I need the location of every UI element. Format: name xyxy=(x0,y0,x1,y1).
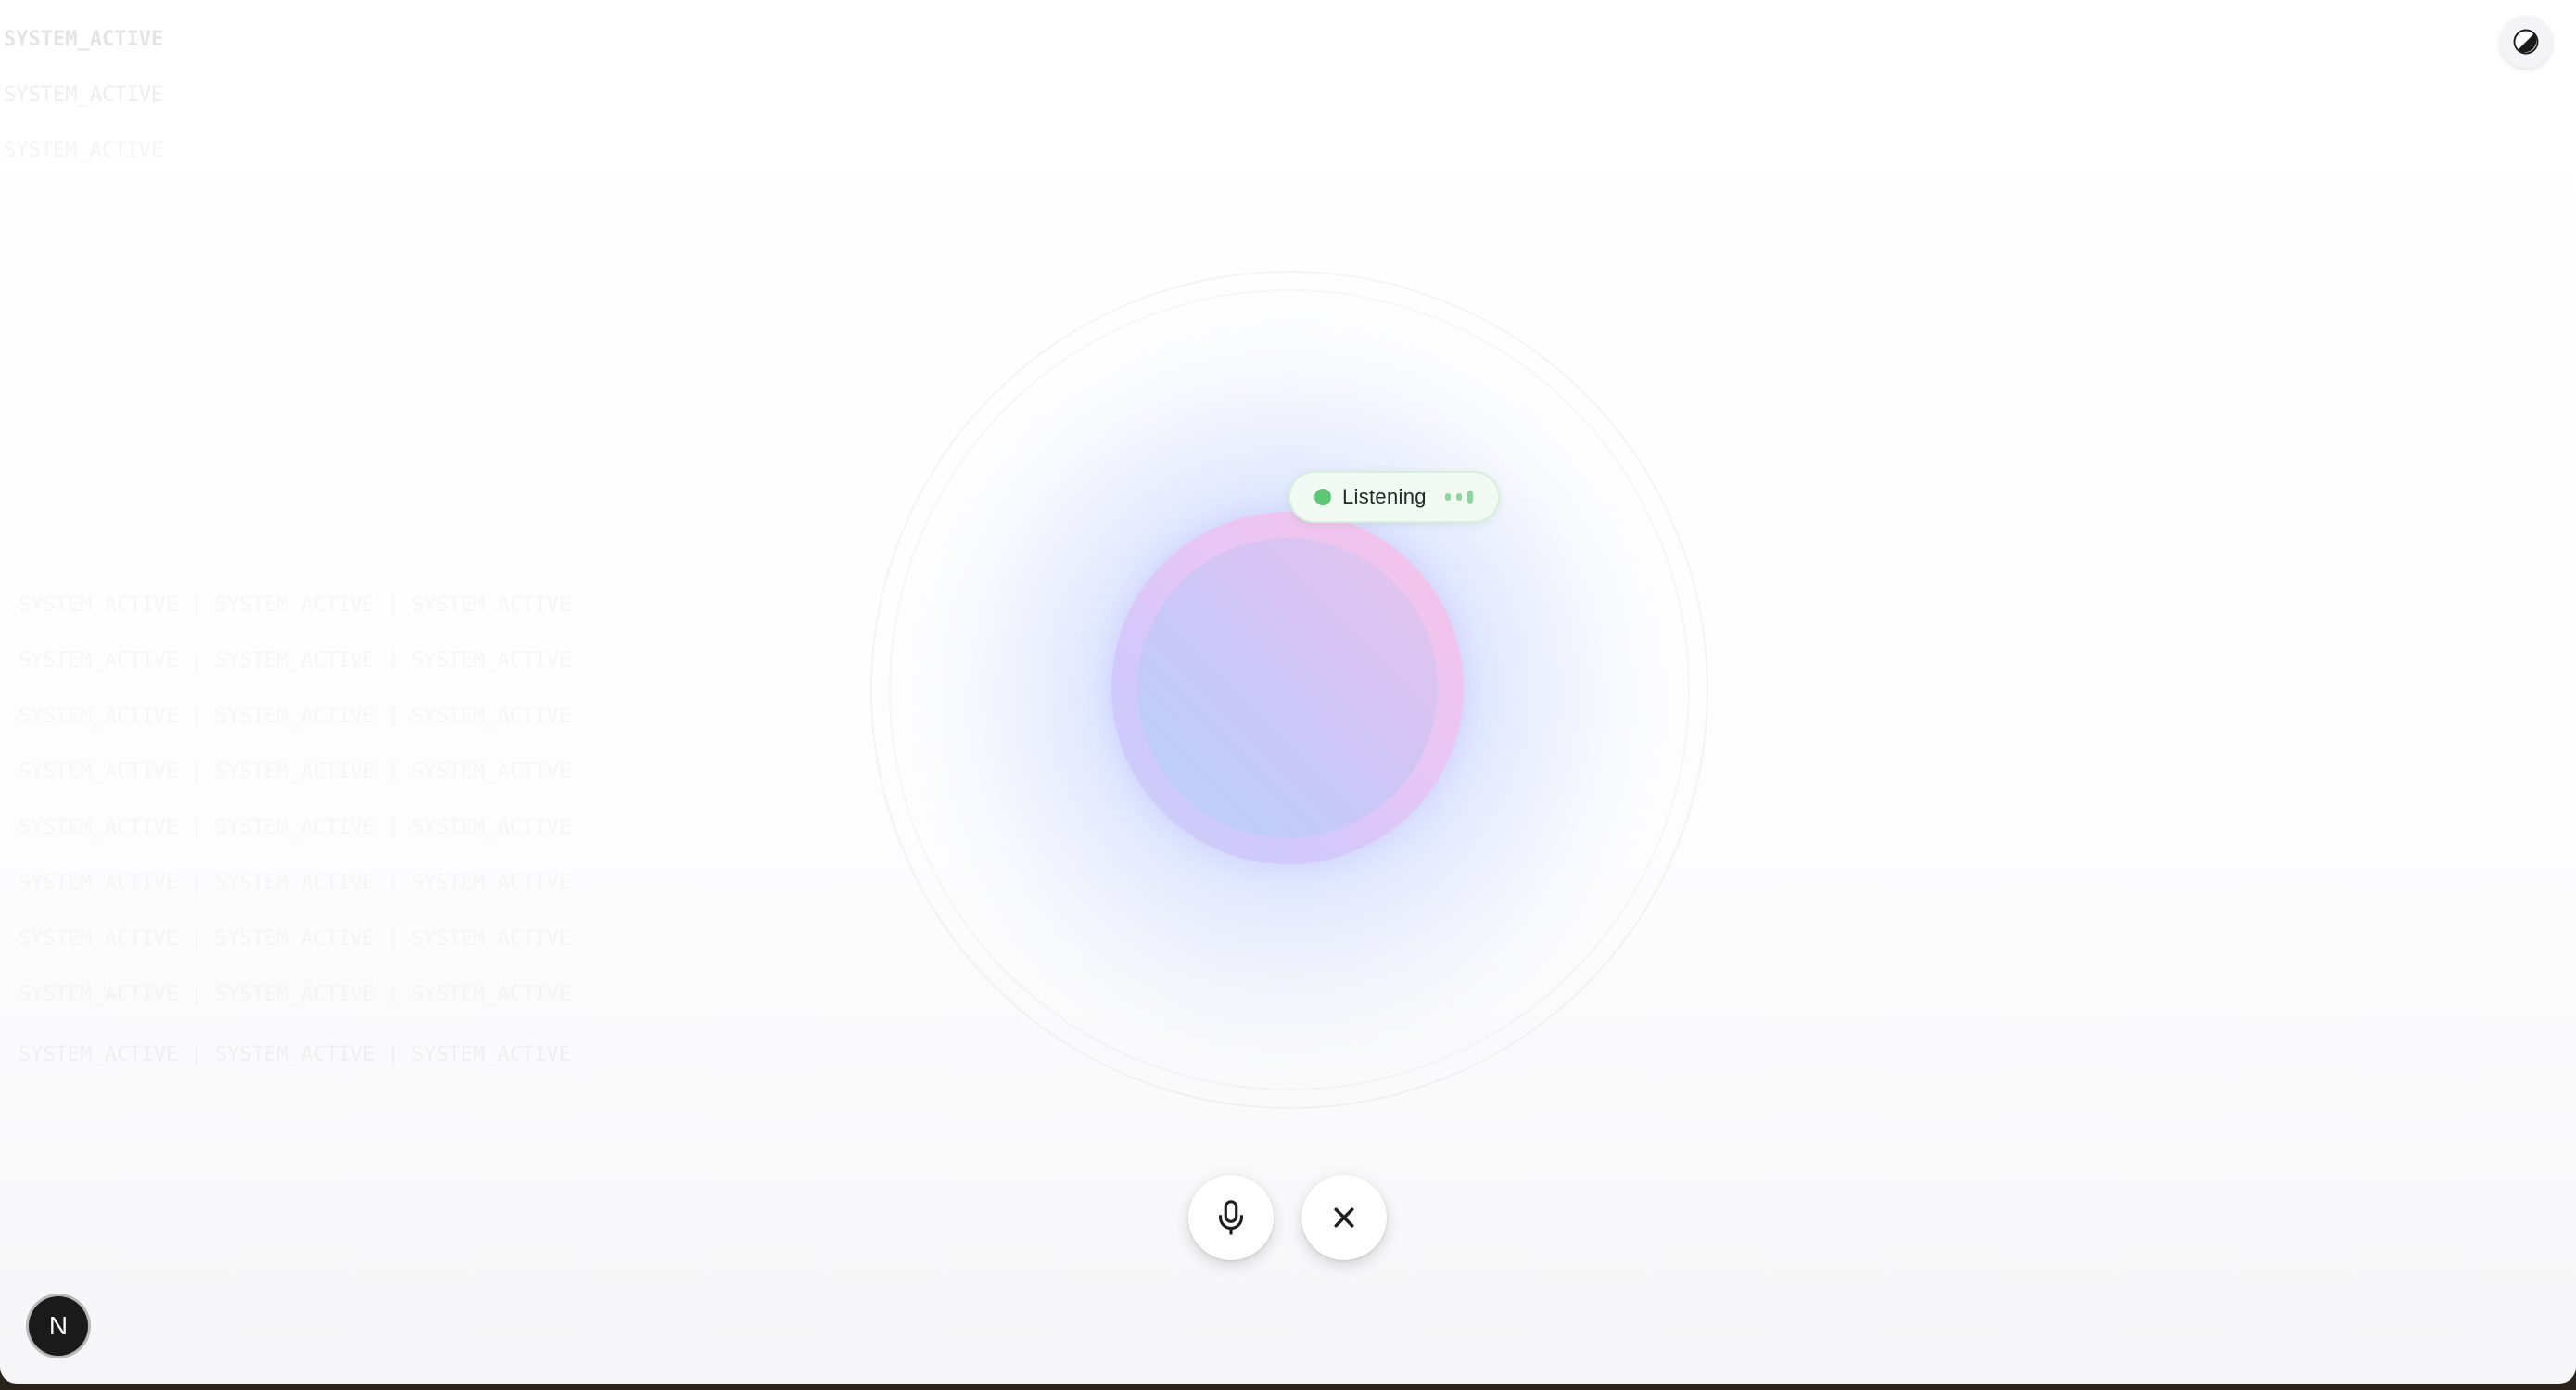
background-log-line: SYSTEM_ACTIVE xyxy=(4,139,164,162)
background-log-line: SYSTEM_ACTIVE xyxy=(4,83,164,107)
background-log-row: SYSTEM_ACTIVE | SYSTEM_ACTIVE | SYSTEM_A… xyxy=(19,760,572,784)
dev-tools-badge[interactable]: N xyxy=(29,1296,88,1356)
status-dot xyxy=(1314,489,1331,505)
microphone-button[interactable] xyxy=(1188,1175,1274,1260)
background-log-row: SYSTEM_ACTIVE | SYSTEM_ACTIVE | SYSTEM_A… xyxy=(19,1043,572,1066)
voice-orb-core xyxy=(1137,538,1438,838)
background-log-line: SYSTEM_ACTIVE xyxy=(4,28,164,51)
contrast-icon xyxy=(2513,29,2539,55)
listening-status-badge: Listening xyxy=(1288,471,1500,523)
status-label: Listening xyxy=(1342,485,1427,508)
background-log-row: SYSTEM_ACTIVE | SYSTEM_ACTIVE | SYSTEM_A… xyxy=(19,872,572,895)
background-log-row: SYSTEM_ACTIVE | SYSTEM_ACTIVE | SYSTEM_A… xyxy=(19,927,572,950)
audio-wave-icon xyxy=(1444,491,1478,504)
theme-toggle-button[interactable] xyxy=(2500,16,2552,68)
background-log-row: SYSTEM_ACTIVE | SYSTEM_ACTIVE | SYSTEM_A… xyxy=(19,649,572,672)
close-icon xyxy=(1334,1207,1354,1228)
microphone-icon xyxy=(1219,1200,1244,1235)
voice-assistant-page: SYSTEM_ACTIVE SYSTEM_ACTIVE SYSTEM_ACTIV… xyxy=(0,0,2576,1384)
dev-badge-letter: N xyxy=(48,1311,69,1340)
background-log-row: SYSTEM_ACTIVE | SYSTEM_ACTIVE | SYSTEM_A… xyxy=(19,705,572,728)
close-button[interactable] xyxy=(1301,1175,1387,1260)
background-log-row: SYSTEM_ACTIVE | SYSTEM_ACTIVE | SYSTEM_A… xyxy=(19,593,572,617)
background-log-row: SYSTEM_ACTIVE | SYSTEM_ACTIVE | SYSTEM_A… xyxy=(19,816,572,839)
background-log-row: SYSTEM_ACTIVE | SYSTEM_ACTIVE | SYSTEM_A… xyxy=(19,983,572,1006)
